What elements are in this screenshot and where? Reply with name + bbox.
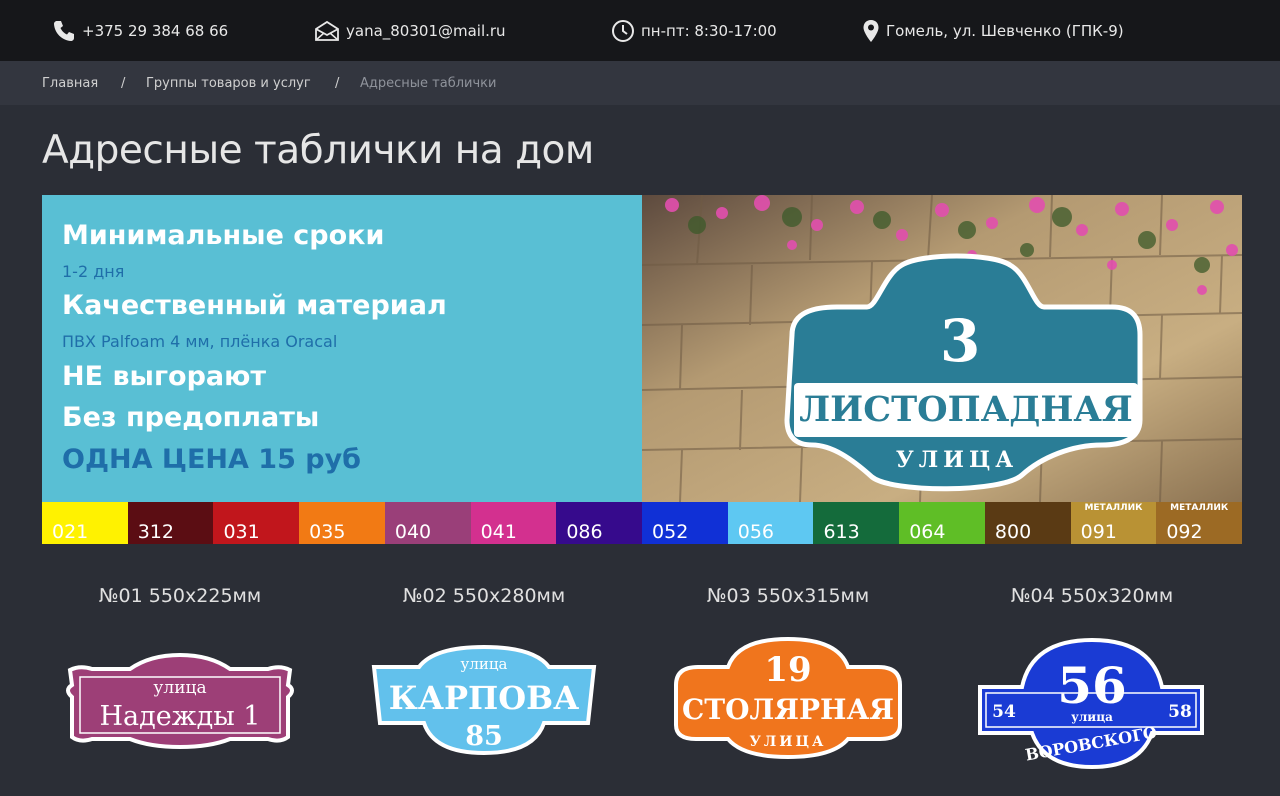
swatch-code: 052 bbox=[652, 521, 689, 543]
email-address: yana_80301@mail.ru bbox=[346, 22, 506, 40]
swatch-code: 312 bbox=[137, 521, 174, 543]
page-title: Адресные таблички на дом bbox=[42, 128, 594, 173]
swatch-code: 613 bbox=[823, 521, 860, 543]
color-swatch-052[interactable]: 052 bbox=[642, 502, 728, 544]
plate-03-street: СТОЛЯРНАЯ bbox=[682, 693, 894, 726]
product-card-01[interactable]: №01 550х225мм улица Надежды 1 bbox=[40, 585, 320, 785]
plate-04-number: 56 bbox=[1057, 656, 1127, 715]
breadcrumb-separator: / bbox=[121, 76, 126, 91]
metallic-tag: МЕТАЛЛИК bbox=[1084, 503, 1143, 513]
product-caption: №04 550х320мм bbox=[1010, 585, 1174, 607]
plate-02-number: 85 bbox=[465, 721, 503, 752]
banner-photo: 3 ЛИСТОПАДНАЯ УЛИЦА bbox=[642, 195, 1242, 502]
plate-03-number: 19 bbox=[764, 650, 811, 690]
swatch-code: 035 bbox=[309, 521, 346, 543]
color-swatch-040[interactable]: 040 bbox=[384, 502, 471, 544]
swatch-code: 092 bbox=[1166, 521, 1203, 543]
color-swatch-312[interactable]: 312 bbox=[127, 502, 214, 544]
work-hours: пн-пт: 8:30-17:00 bbox=[611, 18, 777, 44]
address-contact: Гомель, ул. Шевченко (ГПК-9) bbox=[862, 18, 1124, 44]
plate-04-image: 56 улица 54 58 ВОРОВСКОГО bbox=[978, 637, 1204, 770]
envelope-icon bbox=[315, 20, 339, 41]
plate-02-street: КАРПОВА bbox=[389, 679, 579, 717]
hours-text: пн-пт: 8:30-17:00 bbox=[641, 22, 777, 40]
plate-04-right-number: 58 bbox=[1168, 702, 1192, 722]
product-list: №01 550х225мм улица Надежды 1 №02 550х28… bbox=[0, 585, 1280, 796]
clock-icon bbox=[612, 20, 634, 42]
product-caption: №03 550х315мм bbox=[706, 585, 870, 607]
phone-contact[interactable]: +375 29 384 68 66 bbox=[52, 18, 228, 44]
metallic-tag: МЕТАЛЛИК bbox=[1170, 503, 1229, 513]
swatch-code: 056 bbox=[737, 521, 775, 543]
color-swatches: 021 312 031 035 040 041 086 052 056 613 064 800 МЕТА… bbox=[42, 502, 1243, 544]
plate-02-image: улица КАРПОВА 85 bbox=[371, 644, 597, 756]
product-card-04[interactable]: №04 550х320мм 56 улица 54 58 ВОРОВСКОГО bbox=[952, 585, 1232, 785]
plate-01-image: улица Надежды 1 bbox=[66, 652, 294, 750]
color-swatch-035[interactable]: 035 bbox=[299, 502, 385, 544]
banner-sign-street: ЛИСТОПАДНАЯ bbox=[794, 383, 1138, 437]
color-swatch-092[interactable]: МЕТАЛЛИК 092 bbox=[1156, 502, 1243, 544]
swatch-code: 021 bbox=[52, 521, 89, 543]
product-card-03[interactable]: №03 550х315мм 19 СТОЛЯРНАЯ УЛИЦА bbox=[648, 585, 928, 785]
top-contact-bar: +375 29 384 68 66 yana_80301@mail.ru пн-… bbox=[0, 0, 1280, 61]
breadcrumb-current: Адресные таблички bbox=[360, 76, 497, 91]
color-swatch-613[interactable]: 613 bbox=[813, 502, 900, 544]
product-caption: №02 550х280мм bbox=[402, 585, 566, 607]
plate-01-word: улица bbox=[153, 678, 206, 698]
map-pin-icon bbox=[863, 20, 879, 42]
promo-heading-terms: Минимальные сроки bbox=[62, 220, 385, 251]
plate-04-word: улица bbox=[1071, 710, 1113, 724]
color-swatch-086[interactable]: 086 bbox=[556, 502, 643, 544]
promo-heading-fade: НЕ выгорают bbox=[62, 361, 267, 392]
promo-sub-material: ПВХ Palfoam 4 мм, плёнка Oracal bbox=[62, 332, 338, 351]
swatch-code: 031 bbox=[223, 521, 260, 543]
promo-heading-material: Качественный материал bbox=[62, 290, 447, 321]
plate-03-image: 19 СТОЛЯРНАЯ УЛИЦА bbox=[674, 636, 902, 760]
product-caption: №01 550х225мм bbox=[98, 585, 262, 607]
promo-price: ОДНА ЦЕНА 15 руб bbox=[62, 444, 362, 475]
email-contact[interactable]: yana_80301@mail.ru bbox=[314, 18, 506, 44]
color-swatch-021[interactable]: 021 bbox=[42, 502, 128, 544]
phone-number: +375 29 384 68 66 bbox=[82, 22, 229, 40]
promo-panel: Минимальные сроки 1-2 дня Качественный м… bbox=[42, 195, 642, 502]
banner-sign-word: УЛИЦА bbox=[895, 447, 1019, 473]
address-text: Гомель, ул. Шевченко (ГПК-9) bbox=[886, 22, 1124, 40]
promo-sub-terms: 1-2 дня bbox=[62, 262, 125, 281]
plate-01-street: Надежды 1 bbox=[100, 701, 261, 732]
plate-04-left-number: 54 bbox=[992, 702, 1016, 722]
product-card-02[interactable]: №02 550х280мм улица КАРПОВА 85 bbox=[344, 585, 624, 785]
banner-sign-number: 3 bbox=[940, 307, 981, 375]
promo-banner: Минимальные сроки 1-2 дня Качественный м… bbox=[42, 195, 1243, 544]
swatch-code: 064 bbox=[909, 521, 946, 543]
swatch-code: 041 bbox=[480, 521, 517, 543]
breadcrumb-groups[interactable]: Группы товаров и услуг bbox=[146, 76, 311, 91]
breadcrumb-home[interactable]: Главная bbox=[42, 76, 98, 91]
color-swatch-031[interactable]: 031 bbox=[213, 502, 300, 544]
promo-heading-prepay: Без предоплаты bbox=[62, 402, 320, 433]
color-swatch-091[interactable]: МЕТАЛЛИК 091 bbox=[1070, 502, 1157, 544]
phone-icon bbox=[54, 21, 74, 41]
swatch-code: 086 bbox=[566, 521, 603, 543]
breadcrumb: Главная / Группы товаров и услуг / Адрес… bbox=[0, 61, 1280, 105]
plate-02-word: улица bbox=[461, 655, 508, 673]
plate-03-word: УЛИЦА bbox=[750, 734, 827, 750]
swatch-code: 800 bbox=[994, 521, 1032, 543]
color-swatch-056[interactable]: 056 bbox=[727, 502, 814, 544]
color-swatch-800[interactable]: 800 bbox=[984, 502, 1071, 544]
breadcrumb-separator: / bbox=[335, 76, 340, 91]
swatch-code: 040 bbox=[394, 521, 432, 543]
color-swatch-041[interactable]: 041 bbox=[470, 502, 557, 544]
color-swatch-064[interactable]: 064 bbox=[899, 502, 985, 544]
swatch-code: 091 bbox=[1080, 521, 1117, 543]
